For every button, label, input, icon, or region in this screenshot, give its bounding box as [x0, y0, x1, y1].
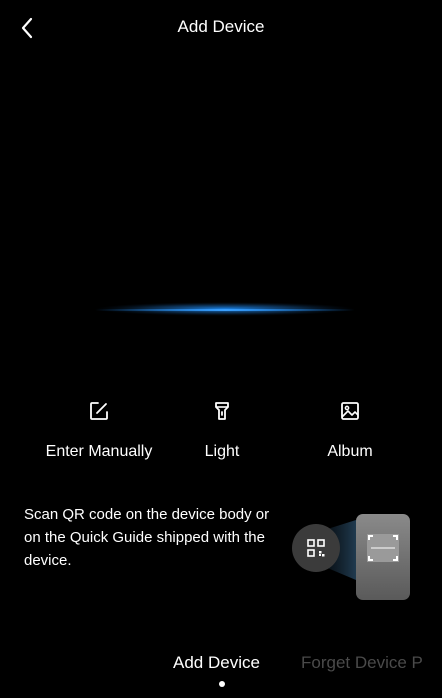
scan-line [95, 302, 355, 316]
flashlight-icon [215, 402, 229, 420]
camera-scan-area [0, 54, 442, 384]
bottom-tabs: Add Device Forget Device P [0, 652, 442, 692]
top-bar: Add Device [0, 0, 442, 54]
light-button[interactable]: Light [178, 400, 266, 462]
tab-add-device[interactable]: Add Device [173, 652, 260, 674]
image-icon [341, 402, 359, 420]
album-button[interactable]: Album [302, 400, 398, 462]
active-tab-indicator [219, 681, 225, 687]
enter-manually-label: Enter Manually [45, 443, 153, 460]
qr-code-icon [292, 524, 340, 572]
tab-forget-device-password[interactable]: Forget Device P [301, 652, 423, 674]
scan-qr-illustration [292, 514, 410, 600]
album-label: Album [327, 443, 373, 460]
page-title: Add Device [177, 17, 265, 36]
light-label: Light [204, 443, 240, 460]
edit-icon [90, 402, 108, 420]
scan-instruction: Scan QR code on the device body or on th… [24, 506, 270, 569]
enter-manually-button[interactable]: Enter Manually [26, 400, 172, 462]
